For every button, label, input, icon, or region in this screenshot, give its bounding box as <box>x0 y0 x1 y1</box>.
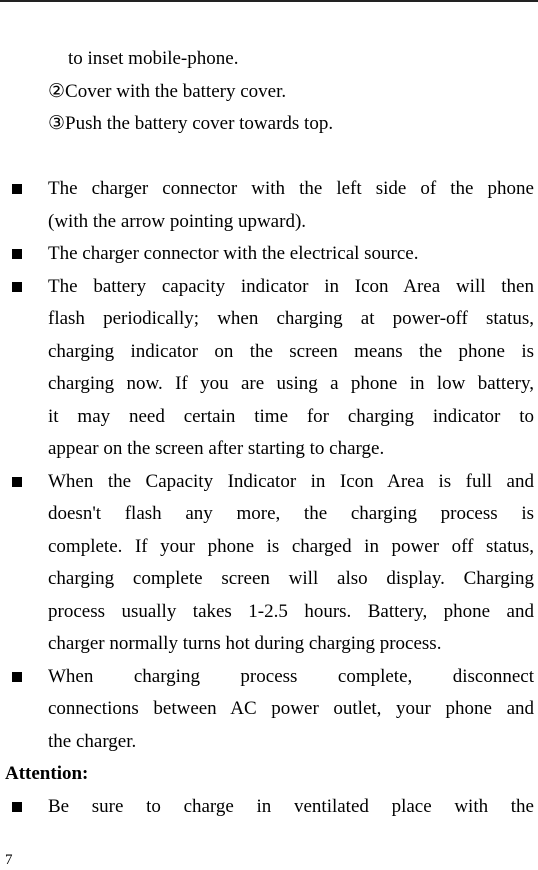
text-line: When the Capacity Indicator in Icon Area… <box>0 466 538 499</box>
text-line: the charger. <box>0 726 538 759</box>
text-line: ②Cover with the battery cover. <box>0 76 538 109</box>
bullet-text: flash periodically; when charging at pow… <box>48 308 534 329</box>
bullet-text: the charger. <box>48 730 137 752</box>
square-bullet-icon <box>12 184 22 194</box>
text-line: The charger connector with the left side… <box>0 173 538 206</box>
text-line: connections between AC power outlet, you… <box>0 693 538 726</box>
square-bullet-icon <box>12 476 22 487</box>
bullet-text: The charger connector with the electrica… <box>48 243 419 264</box>
step-text: ②Cover with the battery cover. <box>48 80 287 102</box>
bullet-text: The battery capacity indicator in Icon A… <box>48 275 534 297</box>
bullet-text: process usually takes 1-2.5 hours. Batte… <box>48 600 534 622</box>
text-line: it may need certain time for charging in… <box>0 401 538 434</box>
text-line: doesn't flash any more, the charging pro… <box>0 498 538 531</box>
attention-row: Attention: <box>0 758 538 791</box>
bullet-text: The charger connector with the left side… <box>48 178 534 199</box>
text-line: When charging process complete, disconne… <box>0 661 538 694</box>
bullet-text: charging complete screen will also displ… <box>48 568 534 589</box>
step-text: ③Push the battery cover towards top. <box>48 113 334 134</box>
text-line: process usually takes 1-2.5 hours. Batte… <box>0 596 538 629</box>
text-line: charging complete screen will also displ… <box>0 563 538 596</box>
text-line: to inset mobile-phone. <box>0 43 538 76</box>
step-text: to inset mobile-phone. <box>68 48 239 69</box>
text-line: appear on the screen after starting to c… <box>0 433 538 466</box>
text-line: (with the arrow pointing upward). <box>0 206 538 239</box>
bullet-text: charging indicator on the screen means t… <box>48 340 534 362</box>
text-line: flash periodically; when charging at pow… <box>0 303 538 336</box>
text-line: charging now. If you are using a phone i… <box>0 368 538 401</box>
bullet-text: doesn't flash any more, the charging pro… <box>48 503 534 524</box>
square-bullet-icon <box>12 281 22 292</box>
square-bullet-icon <box>12 249 22 259</box>
attention-heading: Attention: <box>5 763 89 784</box>
bullet-text: When the Capacity Indicator in Icon Area… <box>48 470 534 492</box>
text-line: ③Push the battery cover towards top. <box>0 108 538 141</box>
bullet-text: (with the arrow pointing upward). <box>48 210 307 232</box>
square-bullet-icon <box>12 801 22 812</box>
bullet-text: connections between AC power outlet, you… <box>48 698 534 719</box>
text-line: complete. If your phone is charged in po… <box>0 531 538 564</box>
document-body: to inset mobile-phone. ②Cover with the ba… <box>0 43 538 823</box>
page-number: 7 <box>5 852 13 868</box>
text-line: The battery capacity indicator in Icon A… <box>0 271 538 304</box>
bullet-text: complete. If your phone is charged in po… <box>48 535 534 557</box>
header-rule <box>0 0 538 2</box>
bullet-text: it may need certain time for charging in… <box>48 405 534 427</box>
bullet-text: When charging process complete, disconne… <box>48 665 534 687</box>
bullet-text: appear on the screen after starting to c… <box>48 438 385 459</box>
square-bullet-icon <box>12 671 22 682</box>
text-line: charger normally turns hot during chargi… <box>0 628 538 661</box>
text-line: charging indicator on the screen means t… <box>0 336 538 369</box>
attention-bullet-text: Be sure to charge in ventilated place wi… <box>48 795 534 817</box>
text-line <box>0 141 538 174</box>
text-line: The charger connector with the electrica… <box>0 238 538 271</box>
text-line: Be sure to charge in ventilated place wi… <box>0 791 538 824</box>
bullet-text: charging now. If you are using a phone i… <box>48 373 534 394</box>
bullet-text: charger normally turns hot during chargi… <box>48 633 442 654</box>
